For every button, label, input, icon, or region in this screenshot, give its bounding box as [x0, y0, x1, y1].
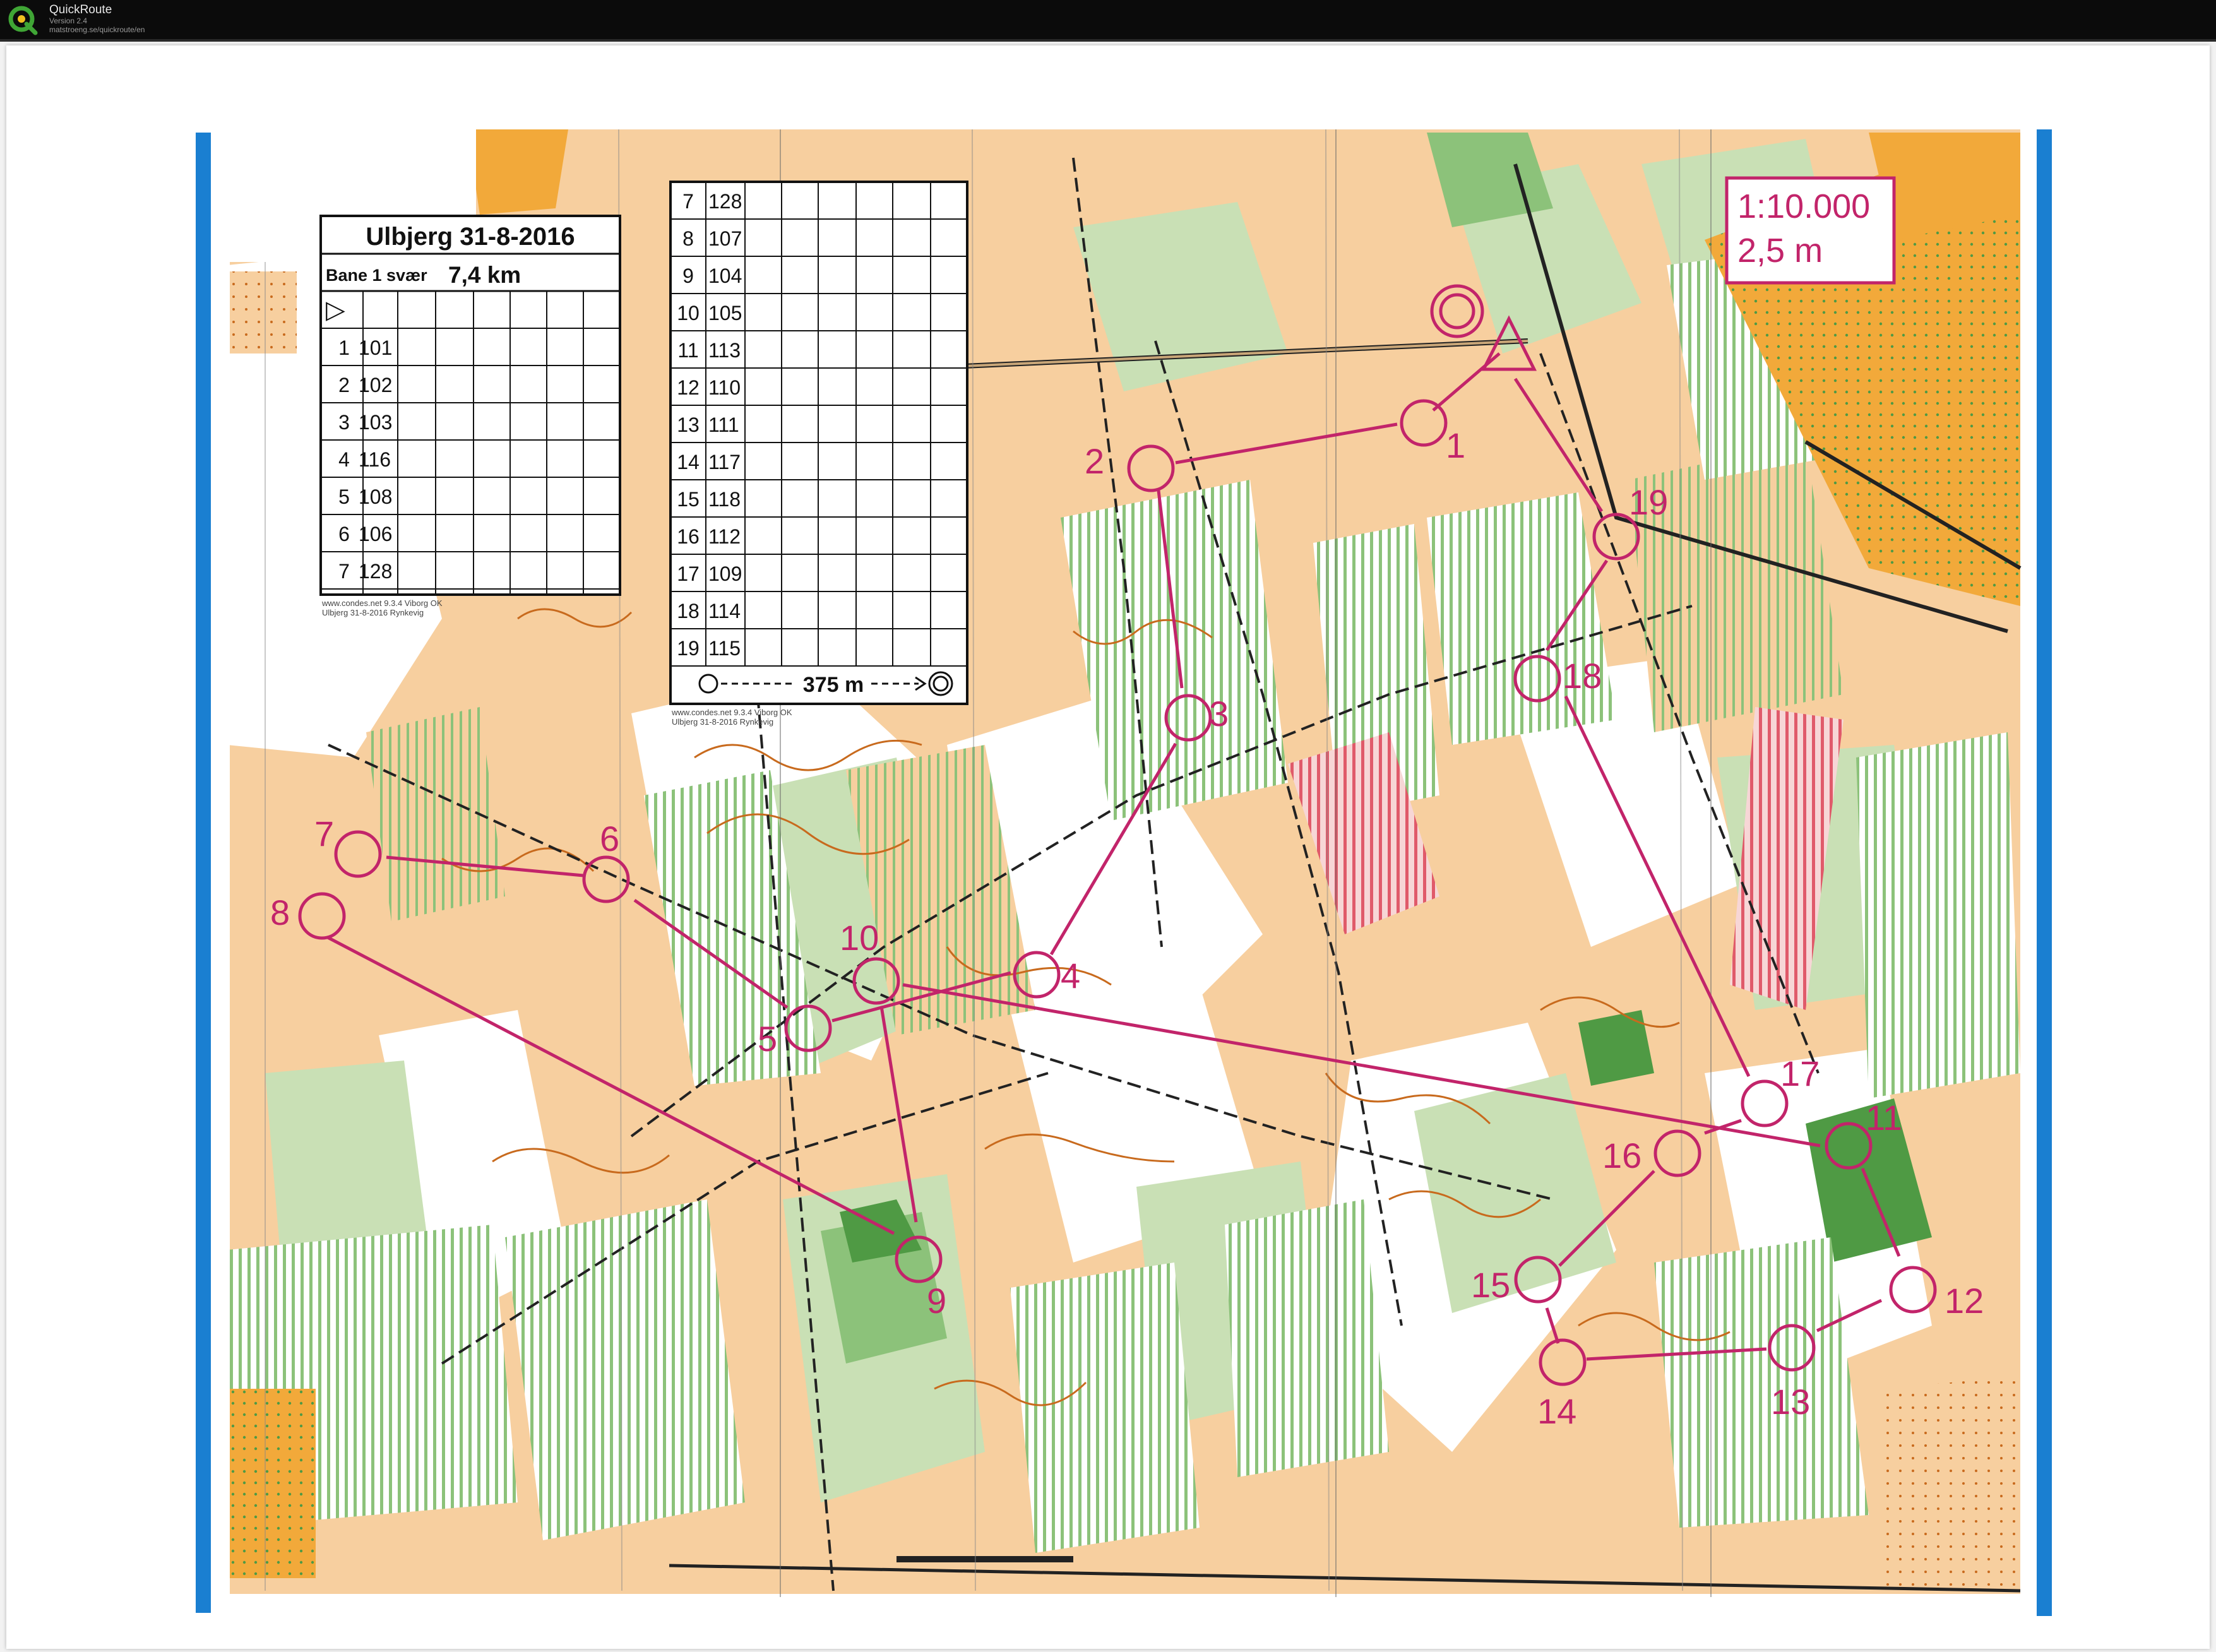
control-number: 8 — [270, 893, 290, 932]
control-number: 5 — [758, 1019, 777, 1059]
legend-control-code: 110 — [708, 376, 741, 399]
legend-control-code: 111 — [708, 413, 739, 436]
legend-control-number: 10 — [677, 302, 700, 324]
legend-control-number: 17 — [677, 562, 700, 585]
control-number: 16 — [1602, 1136, 1641, 1175]
legend-control-number: 16 — [677, 525, 700, 548]
legend1-footer: www.condes.net 9.3.4 Viborg OK — [321, 598, 443, 608]
control-number: 3 — [1209, 694, 1229, 734]
legend-control-code: 104 — [708, 264, 742, 287]
legend-control-number: 15 — [677, 488, 700, 511]
legend-control-number: 6 — [338, 523, 350, 545]
control-number: 7 — [314, 814, 334, 853]
control-number: 10 — [840, 918, 879, 958]
control-number: 9 — [927, 1281, 946, 1321]
legend-control-number: 3 — [338, 411, 350, 434]
legend-control-number: 9 — [682, 264, 694, 287]
contour-interval: 2,5 m — [1737, 232, 1823, 270]
orienteering-map[interactable]: 1 2 3 4 5 6 7 8 9 10 11 12 13 14 15 16 1… — [0, 0, 2216, 1652]
control-number: 18 — [1563, 656, 1602, 696]
legend-control-code: 112 — [708, 525, 741, 548]
control-number: 6 — [600, 819, 619, 859]
legend-control-number: 11 — [677, 339, 698, 362]
finish-distance: 375 m — [803, 673, 864, 697]
control-number: 14 — [1537, 1391, 1576, 1431]
right-border-bar — [2037, 129, 2052, 1616]
control-description-sheet-1: Ulbjerg 31-8-2016 Bane 1 svær 7,4 km ▷ 1… — [319, 215, 621, 596]
control-number: 15 — [1471, 1265, 1510, 1305]
control-number: 12 — [1945, 1281, 1984, 1321]
legend-control-number: 1 — [338, 336, 350, 359]
control-number: 11 — [1866, 1098, 1902, 1138]
scale-box: 1:10.000 2,5 m — [1725, 176, 1896, 285]
legend2-footer: www.condes.net 9.3.4 Viborg OK — [671, 708, 792, 717]
legend-control-code: 107 — [708, 227, 742, 250]
control-number: 1 — [1446, 425, 1465, 465]
legend-control-number: 7 — [682, 190, 694, 213]
legend1-footer: Ulbjerg 31-8-2016 Rynkevig — [322, 608, 424, 617]
control-number: 19 — [1629, 482, 1668, 522]
legend-control-code: 106 — [359, 523, 392, 545]
legend-control-code: 118 — [708, 488, 741, 511]
legend-control-number: 5 — [338, 485, 350, 508]
control-description-sheet-2: 7 128 8 107 9 104 10 105 11 113 12 110 13 111 14 117 15 1… — [669, 181, 968, 705]
legend-control-number: 18 — [677, 600, 700, 622]
legend-control-number: 2 — [338, 374, 350, 396]
legend-control-code: 128 — [359, 560, 392, 583]
course-name: Bane 1 svær — [326, 266, 427, 285]
event-title: Ulbjerg 31-8-2016 — [366, 223, 575, 251]
legend-control-code: 114 — [708, 600, 741, 622]
legend-control-code: 105 — [708, 302, 742, 324]
legend-control-code: 101 — [359, 336, 392, 359]
control-number: 2 — [1085, 441, 1104, 481]
legend-control-number: 19 — [677, 637, 700, 660]
legend-control-number: 13 — [677, 413, 700, 436]
legend-control-code: 109 — [708, 562, 742, 585]
control-number: 4 — [1061, 956, 1080, 995]
start-symbol: ▷ — [326, 296, 345, 324]
legend-control-number: 14 — [677, 451, 700, 473]
legend-control-code: 102 — [359, 374, 392, 396]
legend-control-number: 8 — [682, 227, 694, 250]
map-scale: 1:10.000 — [1737, 187, 1870, 225]
legend-control-code: 117 — [708, 451, 741, 473]
course-length: 7,4 km — [448, 262, 521, 288]
legend-control-code: 115 — [708, 637, 741, 660]
legend-control-code: 128 — [708, 190, 742, 213]
control-number: 13 — [1771, 1382, 1810, 1422]
legend-control-number: 7 — [338, 560, 350, 583]
legend-control-code: 103 — [359, 411, 392, 434]
control-number: 17 — [1780, 1054, 1820, 1093]
legend-control-code: 113 — [708, 339, 741, 362]
legend2-footer: Ulbjerg 31-8-2016 Rynkevig — [672, 717, 773, 727]
legend-control-number: 4 — [338, 448, 350, 471]
left-border-bar — [196, 133, 211, 1613]
legend-control-code: 108 — [359, 485, 392, 508]
legend-control-number: 12 — [677, 376, 700, 399]
